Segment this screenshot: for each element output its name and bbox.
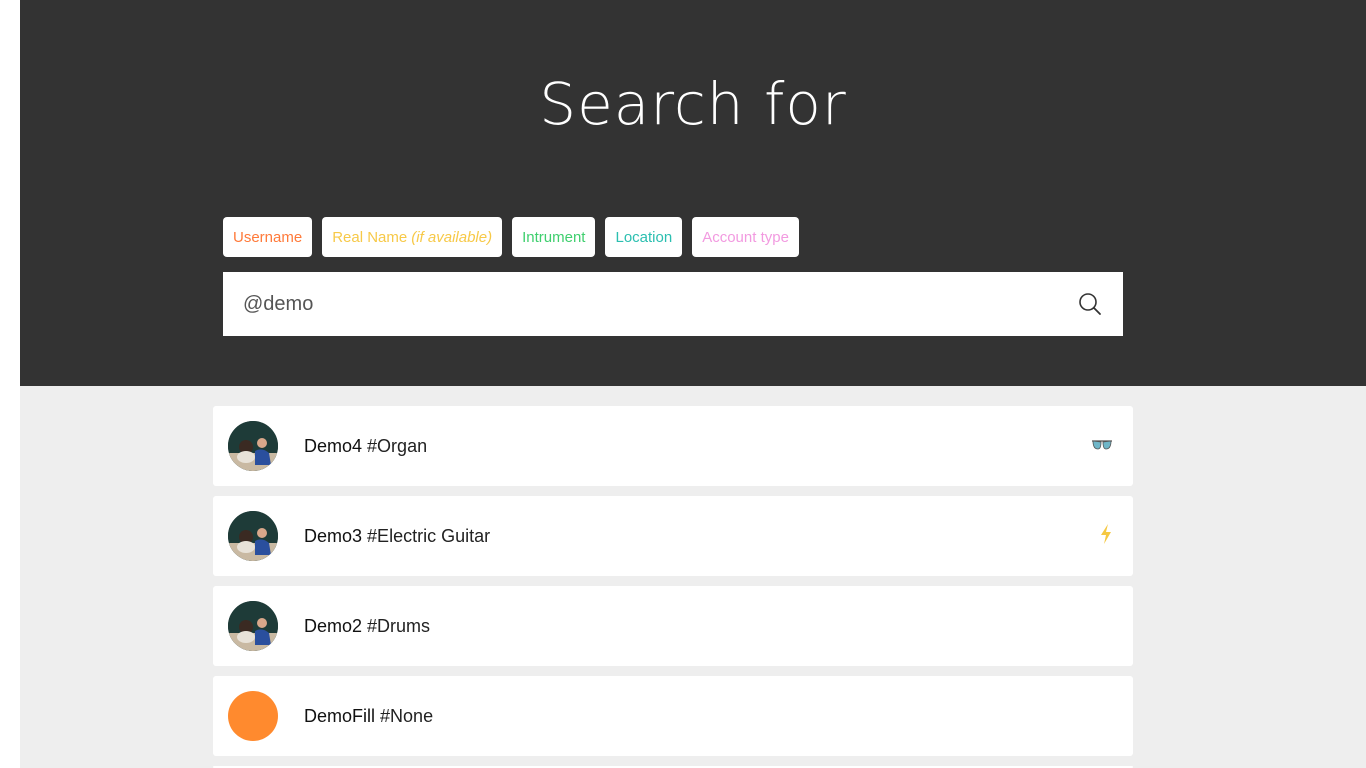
filter-account-type-chip[interactable]: Account type [692, 217, 799, 257]
result-item[interactable]: Demo2 #Drums [213, 586, 1133, 666]
page-title: Search for [539, 70, 847, 138]
filter-chips: Username Real Name (if available) Intrum… [223, 217, 799, 257]
result-text: Demo2 #Drums [304, 616, 430, 637]
left-gutter [0, 0, 20, 768]
avatar [228, 601, 278, 651]
result-name: Demo4 [304, 435, 363, 456]
result-tag: #Organ [367, 435, 428, 456]
filter-location-chip[interactable]: Location [605, 217, 683, 257]
result-tag: #Electric Guitar [367, 525, 491, 546]
result-tag: #None [380, 705, 434, 726]
avatar [228, 421, 278, 471]
search-icon[interactable] [1077, 291, 1103, 317]
avatar [228, 691, 278, 741]
filter-location-label: Location [615, 228, 673, 246]
avatar [228, 511, 278, 561]
result-item[interactable]: Demo3 #Electric Guitar [213, 496, 1133, 576]
result-item[interactable]: DemoFill #None [213, 676, 1133, 756]
search-input[interactable] [243, 292, 1077, 316]
filter-realname-label: Real Name [332, 228, 408, 246]
result-name: DemoFill [304, 705, 376, 726]
result-text: DemoFill #None [304, 706, 433, 727]
filter-realname-chip[interactable]: Real Name (if available) [322, 217, 503, 257]
lightning-icon [1099, 523, 1113, 550]
result-text: Demo3 #Electric Guitar [304, 526, 490, 547]
filter-username-chip[interactable]: Username [223, 217, 313, 257]
result-item[interactable]: Demo4 #Organ [213, 406, 1133, 486]
result-tag: #Drums [367, 615, 431, 636]
result-name: Demo2 [304, 615, 363, 636]
filter-realname-note: (if available) [411, 228, 493, 246]
filter-instrument-label: Intrument [522, 228, 586, 246]
filter-username-label: Username [233, 228, 303, 246]
filter-instrument-chip[interactable]: Intrument [512, 217, 596, 257]
sunglasses-icon [1091, 436, 1113, 457]
result-name: Demo3 [304, 525, 363, 546]
search-box [223, 272, 1123, 336]
filter-account-type-label: Account type [702, 228, 789, 246]
result-text: Demo4 #Organ [304, 436, 427, 457]
